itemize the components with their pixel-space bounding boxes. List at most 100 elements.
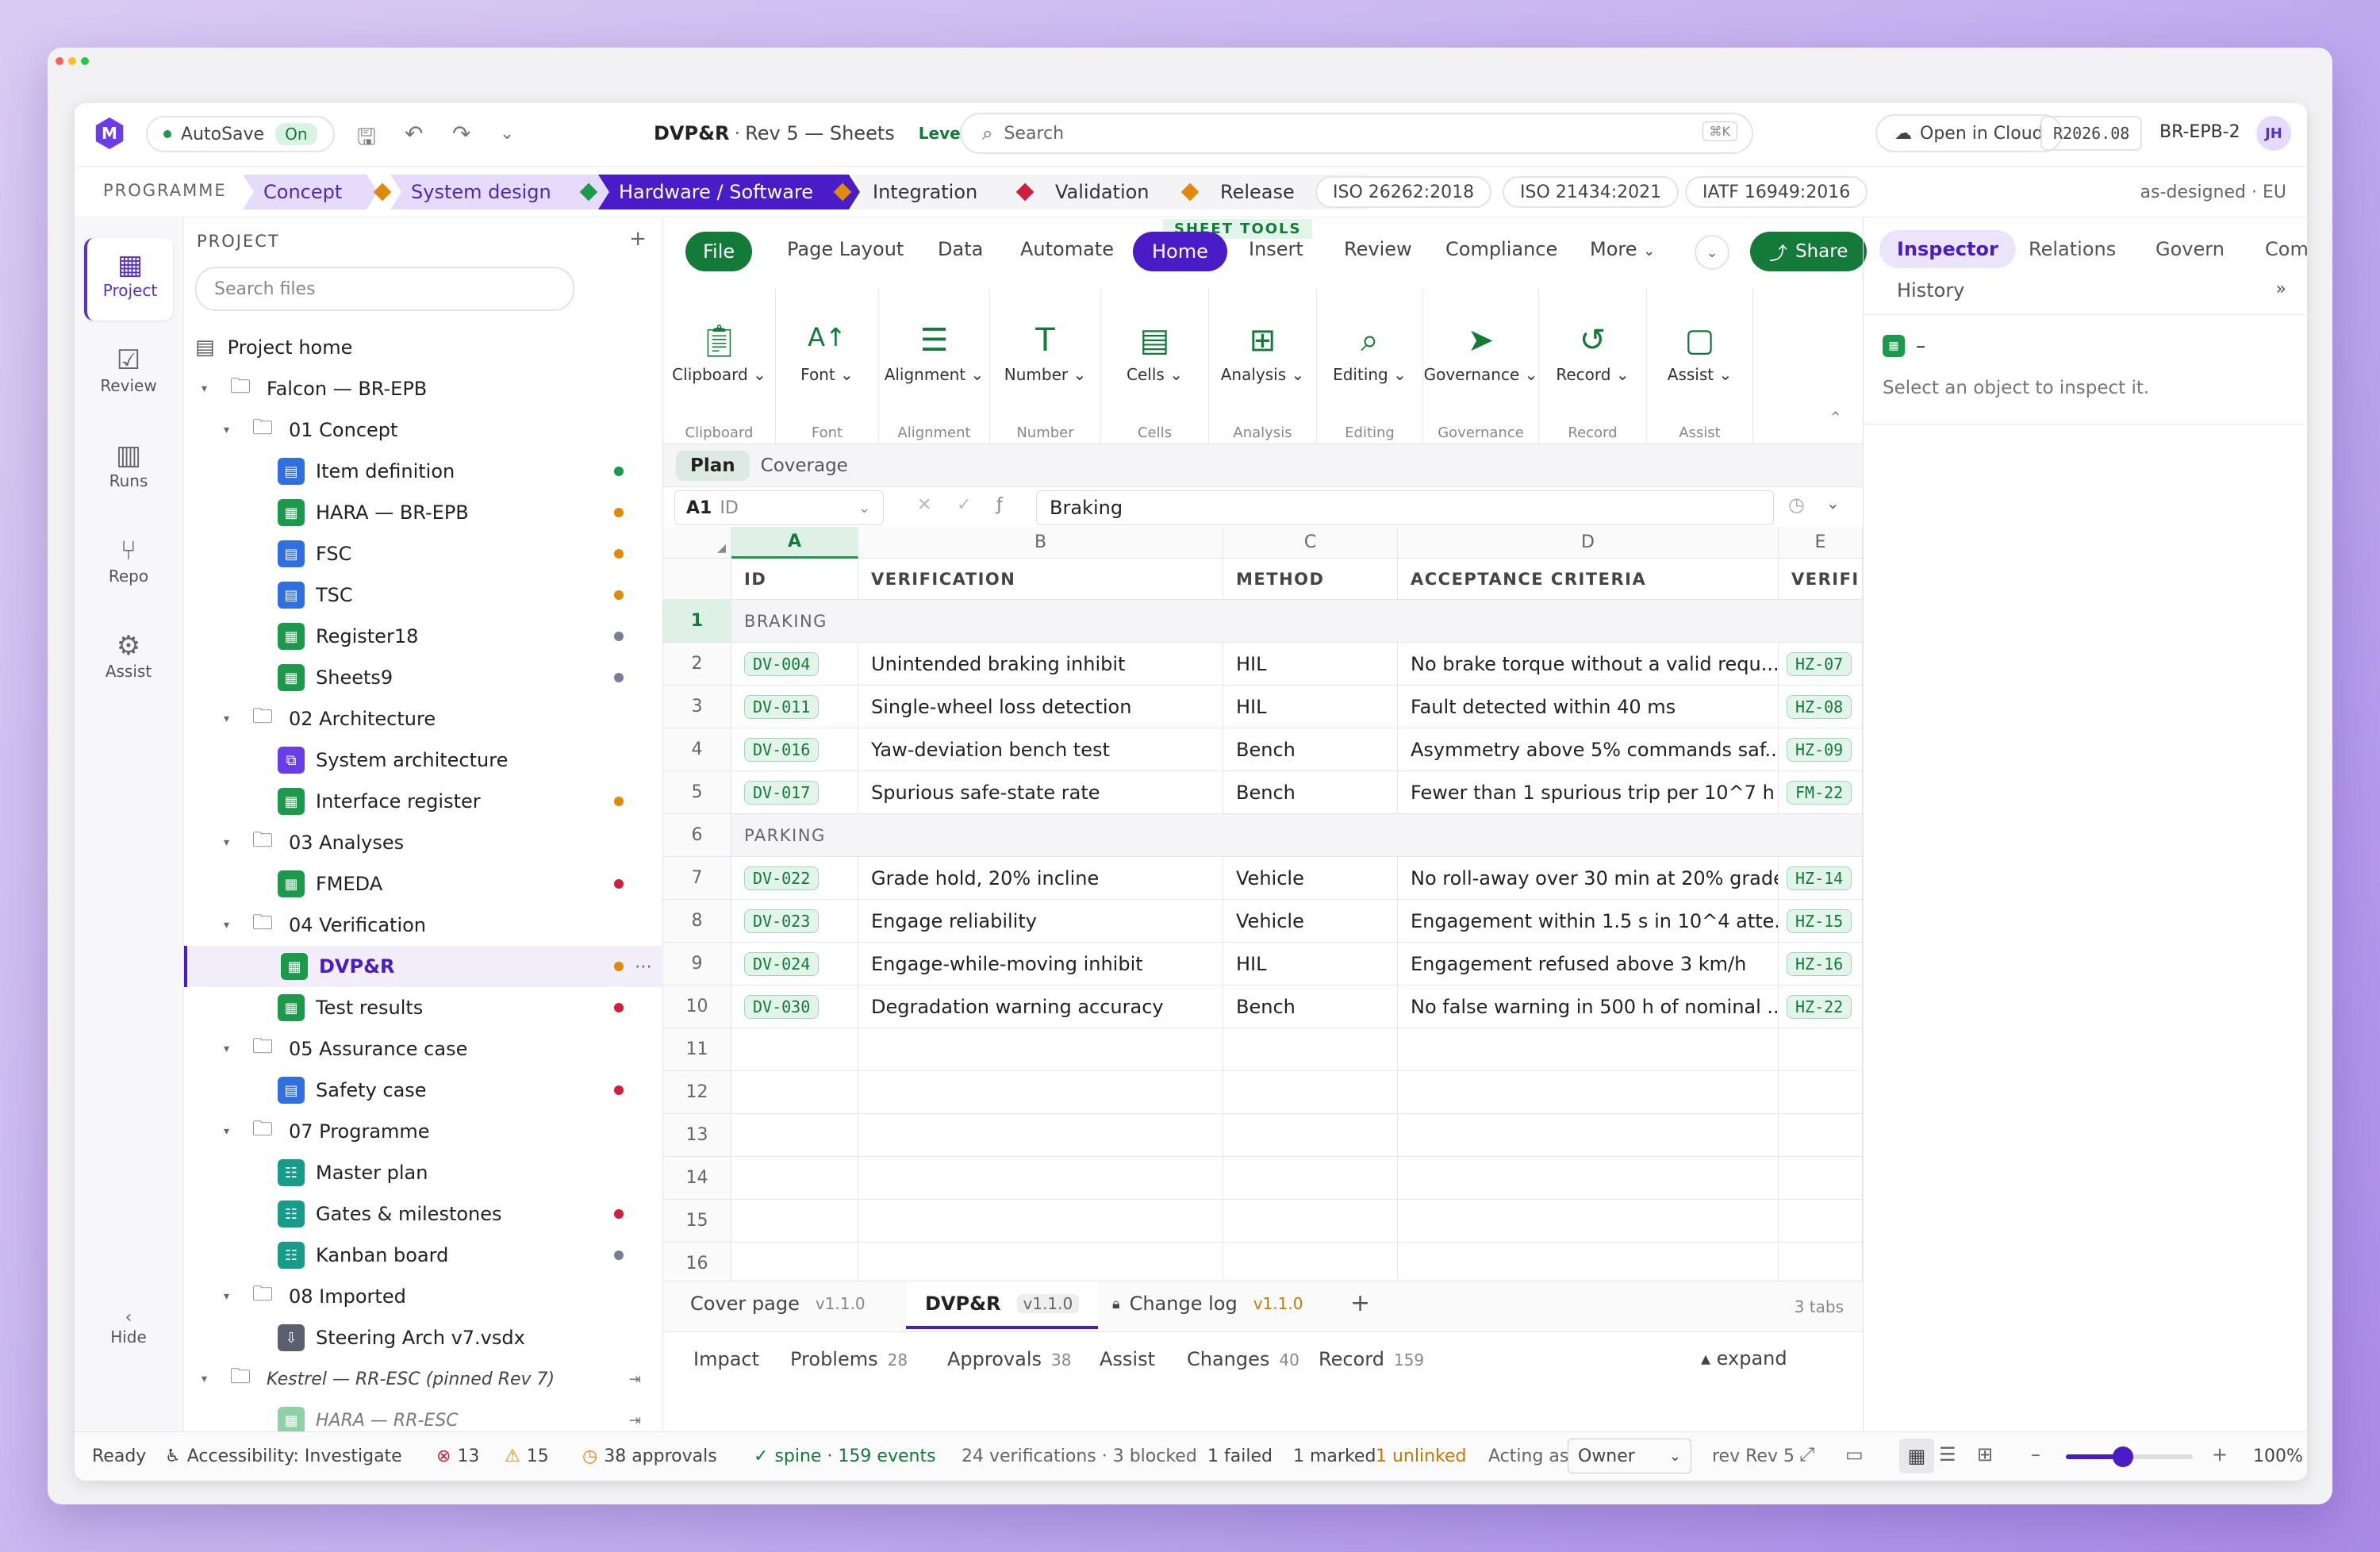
cell-verification[interactable]: Engage reliability — [858, 900, 1223, 943]
layout-icon[interactable]: ▭ — [1845, 1443, 1864, 1466]
caret-down-icon[interactable]: ▾ — [224, 919, 229, 932]
more-icon[interactable]: ⋯ — [635, 957, 652, 977]
cell-verifies[interactable] — [1779, 1243, 1863, 1285]
cell-method[interactable]: Bench — [1223, 728, 1398, 771]
row-number[interactable]: 2 — [663, 643, 731, 686]
tree-file[interactable]: ▤ Item definition — [184, 451, 663, 492]
cell-verifies[interactable]: HZ-22 — [1779, 985, 1863, 1028]
cell-criteria[interactable]: Engagement refused above 3 km/h — [1398, 943, 1779, 985]
caret-down-icon[interactable]: ▾ — [224, 713, 229, 725]
cell-verifies[interactable]: HZ-15 — [1779, 900, 1863, 943]
tab-history[interactable]: History — [1897, 279, 1964, 302]
id-chip[interactable]: DV-030 — [744, 994, 820, 1019]
tree-folder[interactable]: ▾ 🗀︎ 02 Architecture — [184, 698, 663, 740]
row-number[interactable]: 16 — [663, 1243, 731, 1285]
rail-project[interactable]: ▦ Project — [84, 238, 173, 321]
caret-down-icon[interactable]: ▾ — [224, 836, 229, 849]
standard-chip[interactable]: ISO 26262:2018 — [1315, 176, 1492, 208]
id-chip[interactable]: DV-011 — [744, 694, 820, 719]
cell-method[interactable]: HIL — [1223, 643, 1398, 686]
cell-verification[interactable] — [858, 1200, 1223, 1243]
tab-more[interactable]: More ⌄ — [1590, 238, 1655, 260]
row-number[interactable]: 5 — [663, 771, 731, 814]
cell-id[interactable] — [731, 1071, 858, 1114]
tile-view-icon[interactable]: ⊞ — [1977, 1443, 1993, 1466]
cell-criteria[interactable]: Fewer than 1 spurious trip per 10^7 h — [1398, 771, 1779, 814]
column-header-d[interactable]: D — [1398, 527, 1779, 559]
project-home-item[interactable]: ▤ Project home — [184, 327, 663, 368]
expand-panel-button[interactable]: ▴ expand — [1701, 1347, 1787, 1370]
cell-id[interactable]: DV-017 — [731, 771, 858, 814]
tree-file[interactable]: ▦ Register18 — [184, 616, 663, 657]
zoom-out-button[interactable]: – — [2031, 1443, 2040, 1466]
caret-down-icon[interactable]: ▾ — [224, 424, 229, 436]
row-number[interactable]: 12 — [663, 1071, 731, 1114]
cell-criteria[interactable]: No false warning in 500 h of nominal ... — [1398, 985, 1779, 1028]
cell-verification[interactable] — [858, 1028, 1223, 1071]
rail-review[interactable]: ☑ Review — [84, 333, 173, 416]
tab-data[interactable]: Data — [938, 238, 983, 260]
cell-method[interactable]: HIL — [1223, 943, 1398, 985]
cell-verifies[interactable]: HZ-09 — [1779, 728, 1863, 771]
cell-verification[interactable]: Yaw-deviation bench test — [858, 728, 1223, 771]
caret-down-icon[interactable]: ▾ — [202, 382, 207, 395]
list-view-icon[interactable]: ☰ — [1939, 1443, 1956, 1466]
chevron-double-right-icon[interactable]: » — [2276, 279, 2286, 299]
cell-verifies[interactable]: HZ-14 — [1779, 857, 1863, 900]
zoom-slider[interactable] — [2066, 1446, 2193, 1467]
clock-icon[interactable]: ◷ — [1788, 494, 1805, 516]
cell-method[interactable]: Bench — [1223, 985, 1398, 1028]
cell-id[interactable]: DV-011 — [731, 686, 858, 728]
tree-folder[interactable]: ▾ 🗀︎ 07 Programme — [184, 1111, 663, 1152]
panel-tab-impact[interactable]: Impact — [693, 1348, 769, 1370]
undo-icon[interactable]: ↶ — [405, 121, 423, 147]
link-chip[interactable]: HZ-15 — [1787, 909, 1852, 933]
id-chip[interactable]: DV-016 — [744, 737, 820, 762]
tree-folder[interactable]: ▾ 🗀︎ 03 Analyses — [184, 822, 663, 863]
panel-tab-changes[interactable]: Changes 40 — [1187, 1348, 1299, 1370]
rail-hide[interactable]: ‹ Hide — [84, 1297, 173, 1379]
cell-criteria[interactable] — [1398, 1114, 1779, 1157]
caret-down-icon[interactable]: ▾ — [224, 1290, 229, 1303]
select-all-corner[interactable]: ◢ — [663, 527, 731, 559]
autosave-toggle[interactable]: AutoSave On — [146, 116, 335, 152]
cell-method[interactable] — [1223, 1114, 1398, 1157]
tree-file[interactable]: ⧉ System architecture — [184, 740, 663, 781]
group-alignment[interactable]: ☰ Alignment ⌄ Alignment — [879, 289, 990, 444]
tab-home[interactable]: Home — [1133, 232, 1227, 271]
tree-folder[interactable]: ▾ 🗀︎ 01 Concept — [184, 409, 663, 451]
cell-verifies[interactable] — [1779, 1114, 1863, 1157]
cell-method[interactable]: Bench — [1223, 771, 1398, 814]
cell-verification[interactable]: Single-wheel loss detection — [858, 686, 1223, 728]
cell-id[interactable] — [731, 1157, 858, 1200]
cell-method[interactable] — [1223, 1071, 1398, 1114]
avatar[interactable]: JH — [2256, 116, 2291, 151]
panel-tab-approvals[interactable]: Approvals 38 — [947, 1348, 1071, 1370]
minimize-dot[interactable] — [68, 57, 76, 65]
cell-verification[interactable] — [858, 1243, 1223, 1285]
column-header-c[interactable]: C — [1223, 527, 1398, 559]
tree-folder[interactable]: ▾ 🗀︎ Falcon — BR-EPB — [184, 368, 663, 409]
fullscreen-icon[interactable]: ⤢ — [1799, 1443, 1814, 1466]
view-tab-coverage[interactable]: Coverage — [761, 455, 848, 476]
column-header-b[interactable]: B — [858, 527, 1223, 559]
panel-tab-assist[interactable]: Assist — [1100, 1348, 1165, 1370]
cell-verification[interactable]: Degradation warning accuracy — [858, 985, 1223, 1028]
formula-input[interactable]: Braking — [1036, 490, 1774, 525]
tab-compliance[interactable]: Compliance — [1445, 238, 1557, 260]
cell-id[interactable] — [731, 1200, 858, 1243]
cell-verifies[interactable]: FM-22 — [1779, 771, 1863, 814]
panel-tab-record[interactable]: Record 159 — [1319, 1348, 1424, 1370]
tree-file[interactable]: ▦ DVP&R ⋯ — [184, 946, 663, 987]
link-chip[interactable]: HZ-09 — [1787, 737, 1852, 762]
confirm-icon[interactable]: ✓ — [957, 495, 971, 515]
cell-verifies[interactable] — [1779, 1157, 1863, 1200]
tree-file[interactable]: ⇩ Steering Arch v7.vsdx — [184, 1317, 663, 1358]
grid-view-icon[interactable]: ▦ — [1899, 1439, 1934, 1473]
cell-criteria[interactable]: Asymmetry above 5% commands saf... — [1398, 728, 1779, 771]
link-chip[interactable]: HZ-22 — [1787, 994, 1852, 1019]
sheet-tab-changelog[interactable]: 🔒︎ Change log v1.1.0 — [1112, 1293, 1303, 1315]
cell-method[interactable] — [1223, 1157, 1398, 1200]
cancel-icon[interactable]: ✕ — [917, 495, 931, 515]
link-chip[interactable]: HZ-08 — [1787, 694, 1852, 719]
